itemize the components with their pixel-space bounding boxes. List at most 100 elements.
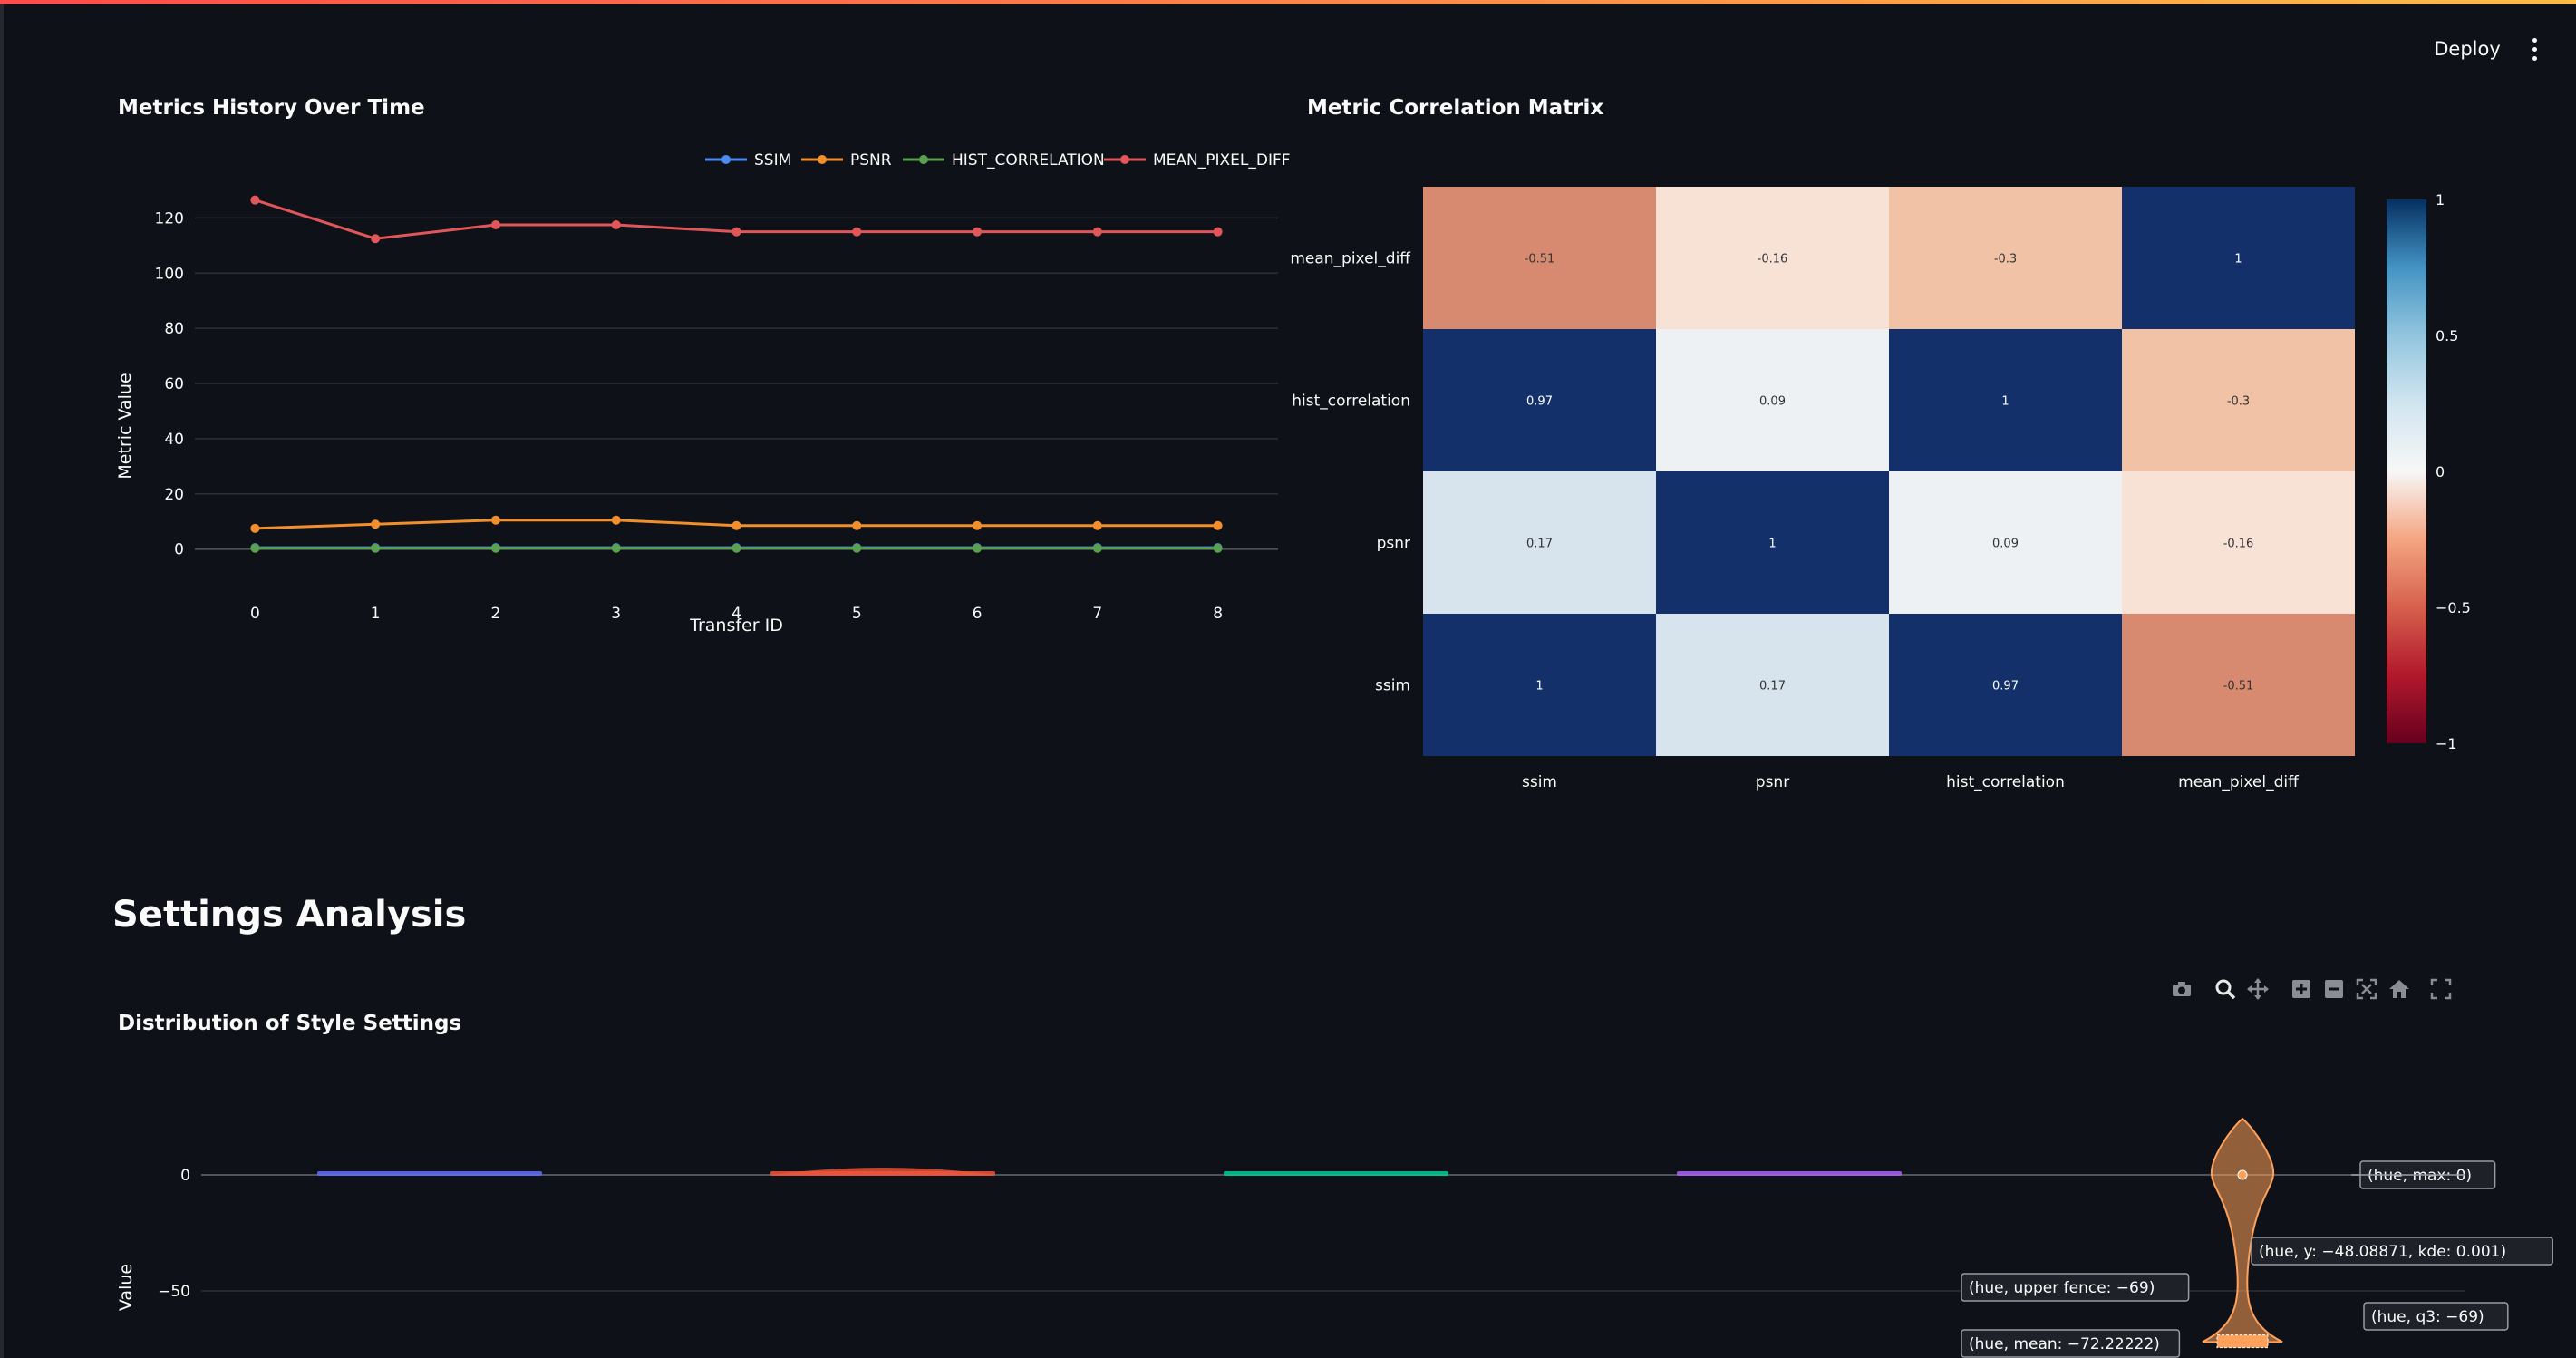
cell-value-label: -0.16 [2223, 538, 2254, 551]
cell-value-label: 0.97 [1992, 680, 2019, 694]
hover-tooltip-label: (hue, mean: −72.22222) [1969, 1335, 2160, 1353]
hover-tooltip-label: (hue, upper fence: −69) [1969, 1279, 2155, 1297]
correlation-heatmap[interactable]: -0.51 -0.16 -0.3 1 mean_pixel_diff 0.97 0.09 1 -… [1290, 172, 2493, 807]
data-point [250, 523, 260, 533]
data-point [371, 519, 381, 529]
data-point [1213, 520, 1223, 530]
x-tick-label: 0 [250, 605, 260, 623]
more-vertical-icon[interactable] [2525, 33, 2543, 65]
data-point [731, 520, 741, 530]
y-tick-label: 0 [174, 541, 184, 559]
metrics-chart-title: Metrics History Over Time [118, 96, 425, 120]
deploy-button[interactable]: Deploy [2416, 31, 2518, 67]
hover-tooltip-label: (hue, y: −48.08871, kde: 0.001) [2259, 1243, 2506, 1261]
legend-marker [818, 155, 827, 164]
heatmap-row-label: mean_pixel_diff [1290, 250, 1411, 268]
y-tick-label: 120 [155, 209, 184, 228]
colorbar [2387, 199, 2426, 743]
pan-icon[interactable] [2246, 977, 2270, 1001]
y-tick-label: 60 [164, 375, 184, 393]
distribution-chart-title: Distribution of Style Settings [118, 1012, 462, 1035]
distribution-violin-chart[interactable]: 0 −50 Value (hue, max: 0) (hue, y: −48.08871… [0, 1070, 2576, 1358]
cell-value-label: -0.16 [1758, 253, 1788, 267]
x-tick-label: 3 [611, 605, 621, 623]
cell-value-label: -0.3 [1994, 253, 2017, 267]
cell-value-label: 0.17 [1759, 680, 1786, 694]
cell-value-label: -0.3 [2227, 395, 2250, 409]
metrics-line-chart[interactable]: 0204060801001200 1 2 3 4 5 6 7 8Transfer IDMetri… [0, 127, 1305, 635]
x-tick-label: 2 [491, 605, 501, 623]
data-point [852, 520, 862, 530]
cell-value-label: 0.17 [1526, 538, 1553, 551]
hover-tooltip-label: (hue, max: 0) [2368, 1167, 2472, 1185]
plot-modebar [2170, 975, 2469, 1003]
data-point [250, 543, 260, 553]
y-tick-label: 40 [164, 431, 184, 449]
y-tick-label: −50 [158, 1283, 190, 1301]
data-point [1092, 520, 1102, 530]
cell-value-label: 1 [1535, 680, 1543, 694]
violin-flat [317, 1171, 542, 1176]
x-axis-label: Transfer ID [689, 616, 783, 635]
fullscreen-icon[interactable] [2429, 977, 2453, 1001]
y-tick-label: 0 [180, 1167, 190, 1185]
cell-value-label: 0.97 [1526, 395, 1553, 409]
heatmap-row-label: psnr [1377, 535, 1410, 553]
data-point [611, 220, 621, 230]
data-point [973, 227, 983, 237]
colorbar-tick-label: 0.5 [2436, 327, 2458, 344]
top-decoration-bar [0, 0, 2576, 4]
colorbar-tick-label: −0.5 [2436, 599, 2471, 616]
zoom-icon[interactable] [2213, 977, 2237, 1001]
data-point [731, 543, 741, 553]
data-point [611, 515, 621, 525]
x-tick-label: 6 [973, 605, 983, 623]
heatmap-col-label: ssim [1522, 773, 1557, 791]
data-point [852, 543, 862, 553]
cell-value-label: 0.09 [1992, 538, 2019, 551]
data-point [1213, 543, 1223, 553]
colorbar-tick-label: 1 [2436, 191, 2445, 209]
heatmap-row-label: hist_correlation [1292, 393, 1410, 411]
heatmap-col-label: psnr [1756, 773, 1789, 791]
hover-tooltip-label: (hue, q3: −69) [2371, 1308, 2484, 1326]
data-point [852, 227, 862, 237]
y-tick-label: 20 [164, 486, 184, 504]
x-tick-label: 5 [852, 605, 862, 623]
zoom-in-icon[interactable] [2290, 977, 2313, 1001]
colorbar-tick-label: 0 [2436, 463, 2445, 480]
legend-marker [919, 155, 928, 164]
violin-shape-hue [2202, 1117, 2283, 1343]
data-point [973, 543, 983, 553]
violin-flat [1224, 1171, 1448, 1176]
cell-value-label: 1 [2234, 253, 2242, 267]
violin-shape [770, 1168, 995, 1175]
heatmap-row-label: ssim [1375, 677, 1410, 695]
x-tick-label: 8 [1213, 605, 1223, 623]
data-point [1092, 227, 1102, 237]
y-axis-label: Metric Value [115, 373, 135, 479]
heatmap-col-label: mean_pixel_diff [2178, 773, 2300, 791]
data-point [731, 227, 741, 237]
data-point [1092, 543, 1102, 553]
data-point [490, 543, 500, 553]
y-axis-label: Value [116, 1264, 136, 1311]
cell-value-label: 1 [1768, 538, 1776, 551]
zoom-out-icon[interactable] [2322, 977, 2346, 1001]
autoscale-icon[interactable] [2355, 977, 2378, 1001]
camera-icon[interactable] [2170, 977, 2193, 1001]
x-tick-label: 1 [371, 605, 381, 623]
correlation-chart-title: Metric Correlation Matrix [1307, 96, 1604, 120]
y-tick-label: 80 [164, 320, 184, 338]
cell-value-label: 1 [2001, 395, 2009, 409]
legend-marker [1120, 155, 1129, 164]
data-point [490, 220, 500, 230]
legend-label: PSNR [850, 151, 892, 170]
data-point [973, 520, 983, 530]
reset-axes-icon[interactable] [2387, 977, 2411, 1001]
y-tick-label: 100 [155, 265, 184, 283]
legend-label: MEAN_PIXEL_DIFF [1153, 151, 1291, 170]
data-point [250, 195, 260, 205]
colorbar-tick-label: −1 [2436, 735, 2457, 752]
cell-value-label: 0.09 [1759, 395, 1786, 409]
